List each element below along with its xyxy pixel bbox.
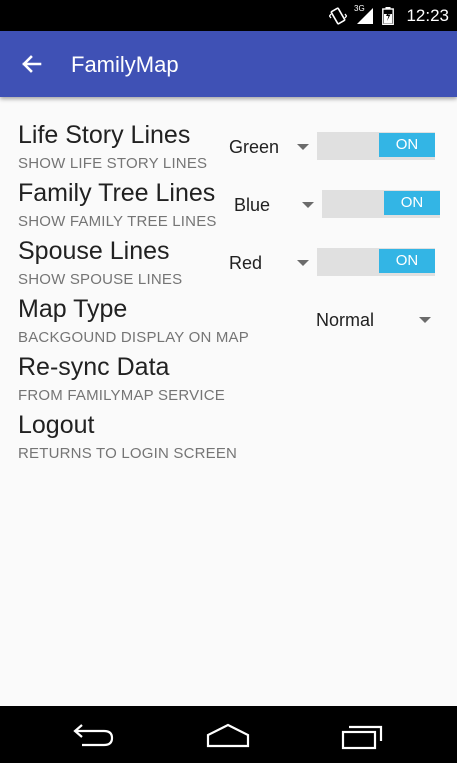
status-bar: 3G 12:23 <box>0 0 457 31</box>
setting-subtitle: RETURNS TO LOGIN SCREEN <box>18 445 238 462</box>
setting-spouse-lines[interactable]: Spouse Lines SHOW SPOUSE LINES Red ON <box>0 237 457 289</box>
dropdown-arrow-icon <box>297 260 309 266</box>
switch-thumb: ON <box>384 191 440 215</box>
setting-title: Map Type <box>18 295 128 323</box>
setting-resync-data[interactable]: Re-sync Data FROM FAMILYMAP SERVICE <box>0 353 457 405</box>
back-icon[interactable] <box>72 722 116 748</box>
spouse-color-spinner[interactable]: Red <box>229 253 314 277</box>
setting-title: Logout <box>18 411 95 439</box>
setting-subtitle: BACKGOUND DISPLAY ON MAP <box>18 329 249 346</box>
app-title: FamilyMap <box>71 52 179 77</box>
battery-icon <box>382 7 394 25</box>
setting-subtitle: SHOW SPOUSE LINES <box>18 271 183 288</box>
life-story-switch[interactable]: ON <box>317 132 435 160</box>
switch-thumb: ON <box>379 133 435 157</box>
map-type-spinner[interactable]: Normal <box>316 310 436 334</box>
setting-family-tree-lines[interactable]: Family Tree Lines SHOW FAMILY TREE LINES… <box>0 179 457 231</box>
setting-subtitle: SHOW LIFE STORY LINES <box>18 155 208 172</box>
life-story-color-spinner[interactable]: Green <box>229 137 314 161</box>
setting-title: Re-sync Data <box>18 353 170 381</box>
navigation-bar <box>0 706 457 763</box>
family-tree-color-spinner[interactable]: Blue <box>234 195 319 219</box>
setting-logout[interactable]: Logout RETURNS TO LOGIN SCREEN <box>0 411 457 463</box>
signal-icon <box>357 8 373 24</box>
setting-title: Life Story Lines <box>18 121 191 149</box>
dropdown-arrow-icon <box>419 317 431 323</box>
spouse-switch[interactable]: ON <box>317 248 435 276</box>
setting-subtitle: FROM FAMILYMAP SERVICE <box>18 387 225 404</box>
spinner-value: Red <box>229 253 263 273</box>
app-bar: FamilyMap <box>0 31 457 97</box>
dropdown-arrow-icon <box>302 202 314 208</box>
setting-title: Spouse Lines <box>18 237 170 265</box>
setting-subtitle: SHOW FAMILY TREE LINES <box>18 213 217 230</box>
setting-title: Family Tree Lines <box>18 179 216 207</box>
home-icon[interactable] <box>205 722 251 748</box>
back-arrow-icon[interactable] <box>20 52 44 76</box>
vibrate-icon <box>329 7 347 25</box>
setting-map-type[interactable]: Map Type BACKGOUND DISPLAY ON MAP Normal <box>0 295 457 347</box>
switch-thumb: ON <box>379 249 435 273</box>
dropdown-arrow-icon <box>297 144 309 150</box>
spinner-value: Normal <box>316 310 375 330</box>
spinner-value: Green <box>229 137 280 157</box>
setting-life-story-lines[interactable]: Life Story Lines SHOW LIFE STORY LINES G… <box>0 121 457 173</box>
recent-apps-icon[interactable] <box>340 722 384 750</box>
clock: 12:23 <box>406 6 449 25</box>
family-tree-switch[interactable]: ON <box>322 190 440 218</box>
spinner-value: Blue <box>234 195 271 215</box>
